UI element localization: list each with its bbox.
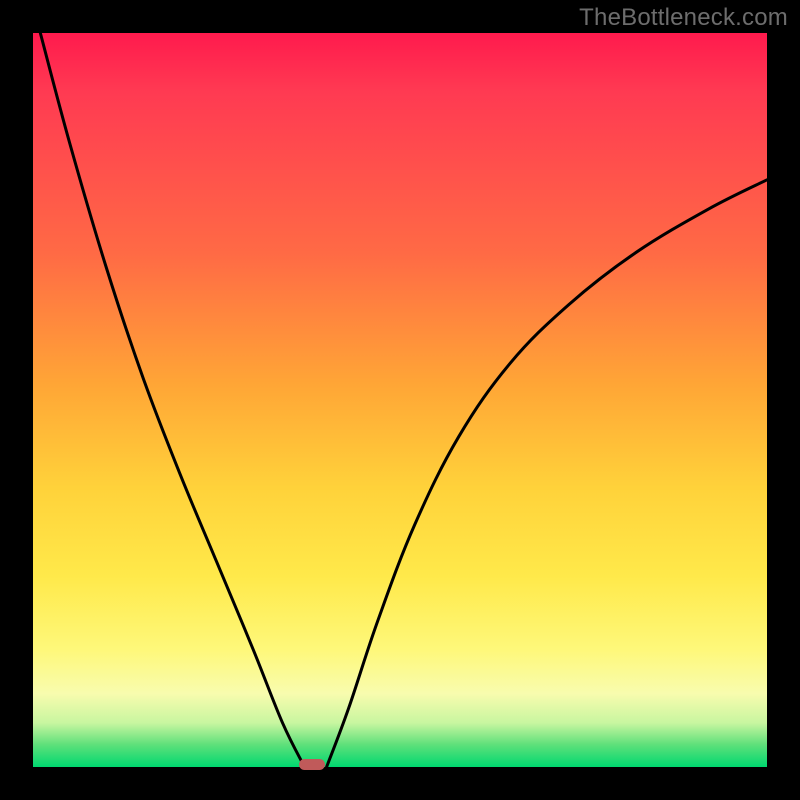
curve-right-branch xyxy=(327,180,767,767)
chart-frame: TheBottleneck.com xyxy=(0,0,800,800)
optimal-point-marker xyxy=(299,759,325,770)
watermark-text: TheBottleneck.com xyxy=(579,4,788,32)
curve-left-branch xyxy=(40,33,304,767)
curve-layer xyxy=(33,33,767,767)
plot-area xyxy=(33,33,767,767)
